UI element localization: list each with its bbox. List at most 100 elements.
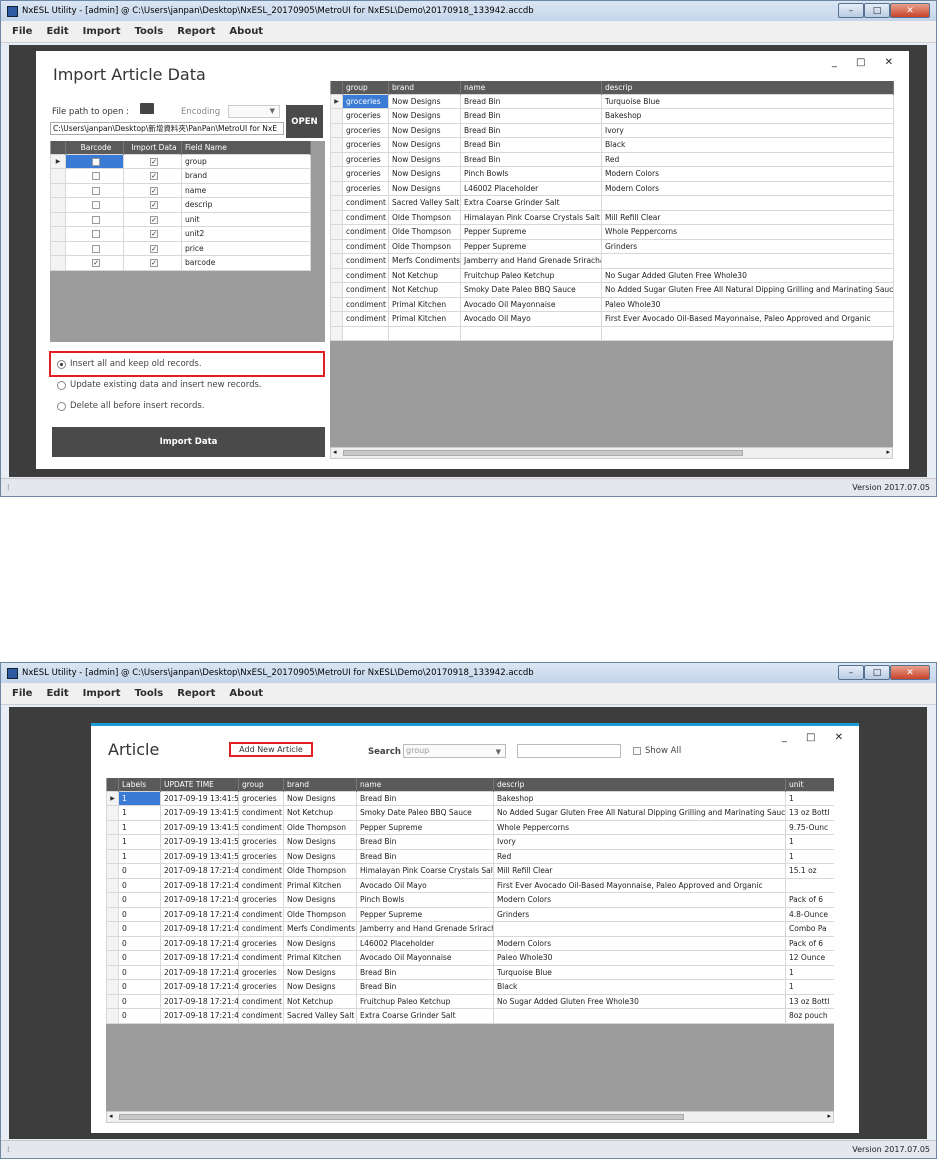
descrip-cell[interactable]	[493, 1008, 786, 1024]
table-row[interactable]: groceries Now Designs Pinch Bowls Modern Co…	[330, 166, 894, 182]
col-header-update-time[interactable]: UPDATE TIME	[160, 778, 239, 791]
descrip-cell[interactable]: Bakeshop	[493, 790, 786, 806]
descrip-cell[interactable]	[601, 195, 894, 211]
descrip-cell[interactable]	[601, 253, 894, 269]
add-new-article-button[interactable]: Add New Article	[229, 742, 313, 757]
group-cell[interactable]: groceries	[238, 848, 284, 864]
menu-tools[interactable]: Tools	[135, 26, 164, 37]
menu-edit[interactable]: Edit	[46, 26, 68, 37]
name-cell[interactable]: Avocado Oil Mayo	[356, 877, 494, 893]
checkbox-checked-icon[interactable]: ✓	[150, 230, 158, 239]
field-row[interactable]: ✓ descrip	[50, 197, 311, 213]
brand-cell[interactable]: Not Ketchup	[388, 282, 461, 298]
unit-cell[interactable]: Pack of 6	[785, 892, 834, 908]
brand-cell[interactable]: Now Designs	[283, 790, 357, 806]
field-row[interactable]: ✓ brand	[50, 168, 311, 184]
unit-cell[interactable]: 13 oz Bottl	[785, 805, 834, 821]
unit-cell[interactable]: Pack of 6	[785, 935, 834, 951]
field-row[interactable]: ✓ price	[50, 240, 311, 256]
table-row[interactable]: condiment Olde Thompson Pepper Supreme Whol…	[330, 224, 894, 240]
open-button[interactable]: OPEN	[286, 105, 323, 138]
descrip-cell[interactable]: Turquoise Blue	[601, 93, 894, 109]
unit-cell[interactable]: 12 Ounce	[785, 950, 834, 966]
checkbox-checked-icon[interactable]: ✓	[150, 157, 158, 166]
col-header-barcode[interactable]: Barcode	[65, 141, 124, 154]
barcode-cell[interactable]	[65, 153, 124, 169]
table-row[interactable]: 0 2017-09-18 17:21:46 condiment Sacred Vall…	[106, 1008, 834, 1024]
update-time-cell[interactable]: 2017-09-18 17:21:46	[160, 906, 239, 922]
table-row[interactable]: condiment Olde Thompson Himalayan Pink Coa…	[330, 209, 894, 225]
brand-cell[interactable]: Not Ketchup	[283, 993, 357, 1009]
group-cell[interactable]: groceries	[238, 892, 284, 908]
descrip-cell[interactable]: Paleo Whole30	[493, 950, 786, 966]
group-cell[interactable]: condiment	[342, 311, 389, 327]
checkbox-checked-icon[interactable]: ✓	[150, 244, 158, 253]
menu-import[interactable]: Import	[83, 688, 121, 699]
table-row[interactable]: 1 2017-09-19 13:41:58 condiment Not Ketchup…	[106, 805, 834, 821]
brand-cell[interactable]: Not Ketchup	[388, 267, 461, 283]
unit-cell[interactable]: 8oz pouch	[785, 1008, 834, 1024]
brand-cell[interactable]: Sacred Valley Salt	[388, 195, 461, 211]
table-row-empty[interactable]	[330, 325, 894, 341]
table-row[interactable]: condiment Primal Kitchen Avocado Oil Mayo F…	[330, 311, 894, 327]
row-header-cell[interactable]	[330, 137, 343, 153]
descrip-cell[interactable]: Whole Peppercorns	[493, 819, 786, 835]
panel-window-controls[interactable]: _ □ ✕	[782, 732, 851, 743]
table-row[interactable]: 0 2017-09-18 17:21:46 groceries Now Designs…	[106, 935, 834, 951]
row-header-cell[interactable]	[106, 877, 119, 893]
brand-cell[interactable]: Olde Thompson	[283, 863, 357, 879]
group-cell[interactable]: condiment	[342, 224, 389, 240]
group-cell[interactable]: groceries	[238, 935, 284, 951]
close-icon[interactable]: ✕	[890, 3, 930, 18]
update-time-cell[interactable]: 2017-09-18 17:21:46	[160, 993, 239, 1009]
menu-report[interactable]: Report	[177, 688, 215, 699]
name-cell[interactable]: Bread Bin	[460, 151, 602, 167]
import-cell[interactable]: ✓	[123, 182, 182, 198]
labels-cell[interactable]: 0	[118, 935, 161, 951]
table-row[interactable]: 0 2017-09-18 17:21:46 groceries Now Designs…	[106, 979, 834, 995]
descrip-cell[interactable]: Red	[493, 848, 786, 864]
row-header-cell[interactable]	[330, 267, 343, 283]
group-cell[interactable]: groceries	[238, 834, 284, 850]
name-cell[interactable]: Bread Bin	[356, 964, 494, 980]
brand-cell[interactable]: Now Designs	[388, 122, 461, 138]
name-cell[interactable]: Bread Bin	[356, 848, 494, 864]
col-header-name[interactable]: name	[356, 778, 494, 791]
descrip-cell[interactable]	[493, 921, 786, 937]
checkbox-icon[interactable]	[92, 157, 100, 166]
empty-cell[interactable]	[601, 325, 894, 341]
barcode-cell[interactable]	[65, 197, 124, 213]
brand-cell[interactable]: Sacred Valley Salt	[283, 1008, 357, 1024]
table-row[interactable]: 0 2017-09-18 17:21:46 condiment Primal Kitc…	[106, 877, 834, 893]
brand-cell[interactable]: Primal Kitchen	[283, 950, 357, 966]
field-row[interactable]: ✓ name	[50, 182, 311, 198]
update-time-cell[interactable]: 2017-09-18 17:21:46	[160, 964, 239, 980]
descrip-cell[interactable]: Mill Refill Clear	[601, 209, 894, 225]
table-row[interactable]: 1 2017-09-19 13:41:58 groceries Now Designs…	[106, 834, 834, 850]
name-cell[interactable]: Bread Bin	[460, 108, 602, 124]
update-time-cell[interactable]: 2017-09-19 13:41:58	[160, 805, 239, 821]
name-cell[interactable]: L46002 Placeholder	[356, 935, 494, 951]
update-time-cell[interactable]: 2017-09-19 13:41:58	[160, 848, 239, 864]
col-header-field[interactable]: Field Name	[181, 141, 311, 154]
search-field-select[interactable]: group ▼	[403, 744, 506, 758]
minimize-icon[interactable]: –	[838, 665, 864, 680]
menu-about[interactable]: About	[229, 26, 263, 37]
update-time-cell[interactable]: 2017-09-18 17:21:46	[160, 863, 239, 879]
name-cell[interactable]: Himalayan Pink Coarse Crystals Salt	[460, 209, 602, 225]
table-row[interactable]: 0 2017-09-18 17:21:46 groceries Now Designs…	[106, 964, 834, 980]
name-cell[interactable]: Pepper Supreme	[356, 906, 494, 922]
checkbox-icon[interactable]	[92, 172, 100, 181]
descrip-cell[interactable]: Whole Peppercorns	[601, 224, 894, 240]
scroll-thumb[interactable]	[119, 1114, 684, 1120]
row-header-cell[interactable]	[330, 195, 343, 211]
row-header-cell[interactable]	[50, 226, 66, 242]
name-cell[interactable]: Bread Bin	[460, 93, 602, 109]
row-header-cell[interactable]	[106, 892, 119, 908]
row-header-cell[interactable]	[50, 240, 66, 256]
descrip-cell[interactable]: Grinders	[493, 906, 786, 922]
group-cell[interactable]: condiment	[342, 238, 389, 254]
unit-cell[interactable]: 13 oz Bottl	[785, 993, 834, 1009]
row-header-cell[interactable]	[106, 921, 119, 937]
table-row[interactable]: 0 2017-09-18 17:21:46 condiment Olde Thomps…	[106, 863, 834, 879]
